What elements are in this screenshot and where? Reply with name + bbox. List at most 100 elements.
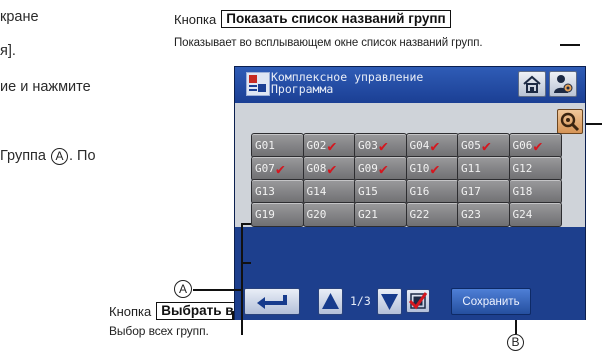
group-panel: G01 G02 ✔ G03 ✔ G04 ✔ G05 ✔ G06 ✔ G07 ✔ G08 ✔ G09 ✔ G10 ✔ G… (235, 103, 585, 227)
group-label: G04 (409, 139, 430, 152)
group-label: G24 (512, 208, 533, 221)
group-button-g18[interactable]: G18 (508, 179, 562, 204)
arrow-down-icon (381, 294, 398, 310)
group-label: G13 (255, 185, 275, 198)
group-button-g11[interactable]: G11 (457, 156, 510, 181)
page-text-line-4: Группа A . По (0, 147, 96, 165)
check-icon: ✔ (327, 136, 337, 155)
group-label: G19 (255, 208, 275, 221)
marker-a-connector (204, 289, 241, 291)
check-icon: ✔ (378, 136, 388, 155)
marker-a-leader (193, 289, 204, 291)
page-text-line-3: ие и нажмите (0, 79, 91, 95)
select-all-icon (408, 292, 428, 310)
callout-show-names-description: Показывает во всплывающем окне список на… (174, 37, 483, 49)
group-label: G10 (409, 162, 430, 175)
group-label: G08 (306, 162, 327, 175)
group-label: G16 (409, 185, 430, 198)
group-button-g15[interactable]: G15 (354, 179, 407, 204)
home-button[interactable] (518, 71, 546, 97)
group-button-g14[interactable]: G14 (302, 179, 356, 204)
marker-a-bracket-top (241, 223, 251, 225)
callout-select-all-description: Выбор всех групп. (109, 324, 209, 338)
group-button-g22[interactable]: G22 (405, 202, 459, 227)
page-down-button[interactable] (377, 288, 402, 315)
select-all-button[interactable] (406, 289, 430, 313)
group-button-g21[interactable]: G21 (354, 202, 407, 227)
group-label: G11 (461, 162, 481, 175)
group-grid: G01 G02 ✔ G03 ✔ G04 ✔ G05 ✔ G06 ✔ G07 ✔ G08 ✔ G09 ✔ G10 ✔ G… (251, 133, 562, 227)
group-names-icon (560, 112, 580, 132)
group-button-g20[interactable]: G20 (302, 202, 356, 227)
callout-select-all-prefix: Кнопка (109, 303, 152, 319)
group-button-g03[interactable]: G03 ✔ (354, 133, 407, 158)
screen-title-line-2: Программа (271, 82, 334, 96)
group-button-g10[interactable]: G10 ✔ (405, 156, 459, 181)
group-label: G07 (255, 162, 275, 175)
check-icon: ✔ (481, 136, 491, 155)
home-icon (523, 75, 541, 93)
group-button-g04[interactable]: G04 ✔ (405, 133, 459, 158)
check-icon: ✔ (275, 159, 285, 178)
group-button-g05[interactable]: G05 ✔ (457, 133, 510, 158)
page-text-line-2: я]. (0, 43, 16, 59)
group-button-g09[interactable]: G09 ✔ (354, 156, 407, 181)
page-up-button[interactable] (318, 288, 343, 315)
group-label: G03 (358, 139, 378, 152)
group-button-g08[interactable]: G08 ✔ (302, 156, 356, 181)
check-icon: ✔ (430, 136, 440, 155)
group-button-g06[interactable]: G06 ✔ (508, 133, 562, 158)
user-settings-icon (554, 75, 573, 93)
group-label: G12 (512, 162, 533, 175)
program-app-icon (246, 72, 270, 96)
group-label: G06 (512, 139, 533, 152)
group-label: G15 (358, 185, 378, 198)
group-button-g17[interactable]: G17 (457, 179, 510, 204)
marker-b: B (507, 334, 524, 351)
group-label: G22 (409, 208, 430, 221)
arrow-up-icon (322, 293, 339, 309)
callout-show-names: Кнопка Показать список названий групп (174, 10, 451, 28)
back-button[interactable] (244, 288, 300, 315)
group-button-g12[interactable]: G12 (508, 156, 562, 181)
check-icon: ✔ (430, 159, 440, 178)
group-label: G23 (461, 208, 481, 221)
callout-show-names-pointer (586, 123, 602, 125)
group-label: G14 (306, 185, 327, 198)
group-label: G02 (306, 139, 327, 152)
screen-bottom-bar: 1/3 Сохранить (235, 283, 585, 320)
group-label: G21 (358, 208, 378, 221)
group-label: G17 (461, 185, 481, 198)
group-button-g01[interactable]: G01 (251, 133, 304, 158)
callout-show-names-label: Показать список названий групп (221, 10, 451, 28)
group-button-g23[interactable]: G23 (457, 202, 510, 227)
check-icon: ✔ (378, 159, 388, 178)
marker-b-leader (515, 320, 517, 334)
screen-title-bar: Комплексное управление Программа (235, 67, 585, 103)
back-arrow-icon (257, 295, 287, 309)
group-label: G18 (512, 185, 533, 198)
user-settings-button[interactable] (549, 71, 577, 97)
show-group-names-button[interactable] (557, 109, 583, 134)
group-button-g19[interactable]: G19 (251, 202, 304, 227)
marker-a-bracket-bottom (241, 262, 251, 264)
page-text-line-4-suffix: . По (68, 148, 96, 164)
group-button-g13[interactable]: G13 (251, 179, 304, 204)
group-button-g24[interactable]: G24 (508, 202, 562, 227)
group-button-g02[interactable]: G02 ✔ (302, 133, 356, 158)
group-button-g07[interactable]: G07 ✔ (251, 156, 304, 181)
check-icon: ✔ (533, 136, 543, 155)
marker-a: A (174, 280, 192, 298)
save-button[interactable]: Сохранить (451, 288, 531, 315)
page-text-line-4-prefix: Группа (0, 148, 46, 164)
marker-a-bracket-vertical (241, 223, 243, 335)
group-label: G01 (255, 139, 275, 152)
marker-a-inline: A (50, 147, 68, 165)
group-label: G05 (461, 139, 481, 152)
page-text-line-1: кране (0, 9, 39, 25)
callout-show-names-leader (560, 44, 580, 46)
group-button-g16[interactable]: G16 (405, 179, 459, 204)
callout-show-names-prefix: Кнопка (174, 11, 217, 27)
check-icon: ✔ (327, 159, 337, 178)
group-label: G09 (358, 162, 378, 175)
